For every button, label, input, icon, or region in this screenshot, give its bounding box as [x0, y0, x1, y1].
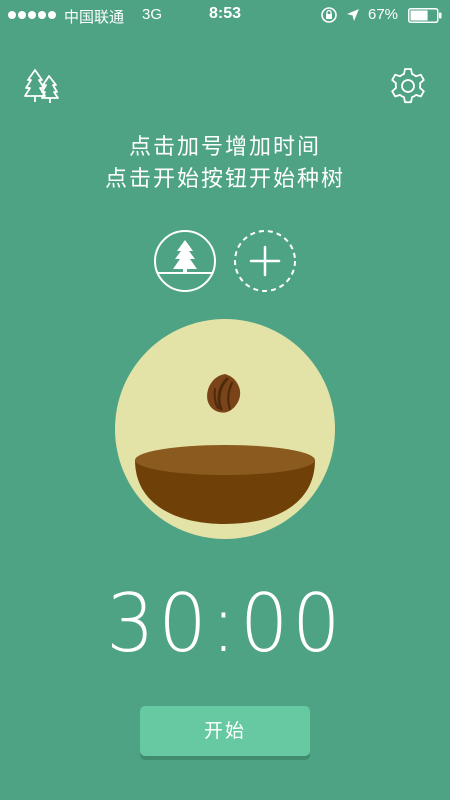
tree-icon: [173, 240, 197, 274]
location-arrow-icon: [347, 9, 359, 21]
plus-icon: [249, 245, 281, 277]
orientation-lock-icon: [321, 7, 337, 23]
soil-surface: [135, 445, 315, 475]
status-bar: 中国联通 3G 8:53 67%: [0, 0, 450, 30]
start-button[interactable]: 开始: [140, 706, 310, 756]
tree-select-button[interactable]: [153, 229, 217, 293]
plant-display: [115, 319, 335, 539]
forest-icon[interactable]: [22, 66, 62, 106]
instructions: 点击加号增加时间 点击开始按钮开始种树: [0, 132, 450, 196]
instruction-line-1: 点击加号增加时间: [128, 135, 321, 160]
battery-icon: [408, 8, 442, 23]
countdown-timer: 30:00: [0, 576, 450, 672]
app-screen: 中国联通 3G 8:53 67% 点击加号增加时间 点击开始按钮开始种树 30:…: [0, 0, 450, 800]
battery-percent: 67%: [368, 6, 399, 23]
instruction-line-2: 点击开始按钮开始种树: [104, 167, 345, 192]
add-time-button[interactable]: [233, 229, 297, 293]
timer-value: 30:00: [105, 577, 345, 670]
gear-icon[interactable]: [388, 66, 428, 106]
